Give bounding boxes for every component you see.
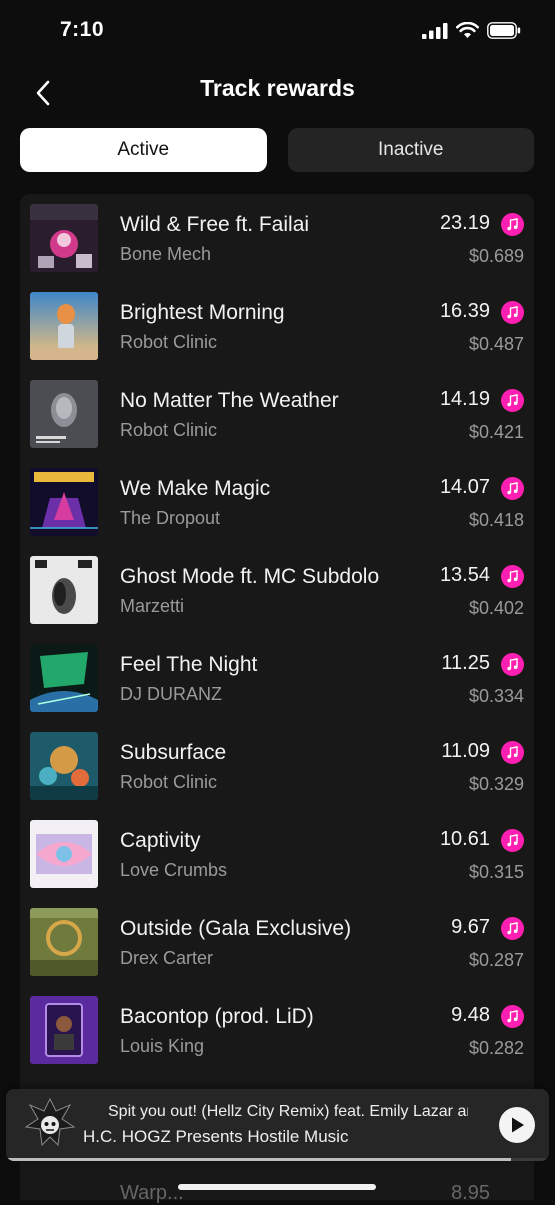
status-icons [422,22,521,39]
music-note-icon [501,829,524,852]
reward-score: 9.67 [451,916,490,938]
track-row-partial[interactable]: Warp... 8.95 [20,1160,534,1204]
track-artist: Robot Clinic [120,420,218,440]
music-note-icon [501,653,524,676]
reward-score: 10.61 [439,828,490,850]
music-note-icon [501,389,524,412]
track-artist: Robot Clinic [120,332,218,352]
play-button[interactable] [499,1107,535,1143]
home-indicator [178,1184,376,1190]
track-title: We Make Magic [120,477,271,500]
music-note-icon [501,477,524,500]
now-playing-bar[interactable]: Spit you out! (Hellz City Remix) feat. E… [6,1089,549,1161]
track-row[interactable]: Brightest Morning Robot Clinic 16.39 $0.… [20,282,534,370]
tab-inactive[interactable]: Inactive [287,128,534,172]
album-art [30,556,98,624]
reward-value: $0.418 [468,510,524,530]
track-list: Wild & Free ft. Failai Bone Mech 23.19 $… [20,194,534,1200]
album-art [30,732,98,800]
music-note-icon [501,741,524,764]
status-bar: 7:10 [0,0,555,64]
track-artist: Bone Mech [120,244,212,264]
music-note-icon [501,917,524,940]
track-row[interactable]: We Make Magic The Dropout 14.07 $0.418 [20,458,534,546]
track-title: No Matter The Weather [120,389,339,412]
reward-value: $0.402 [468,598,524,618]
reward-value: $0.329 [468,774,524,794]
track-row[interactable]: Bacontop (prod. LiD) Louis King 9.48 $0.… [20,986,534,1074]
track-artist: Louis King [120,1036,205,1056]
battery-icon [487,22,521,39]
album-art [30,644,98,712]
track-artist: DJ DURANZ [120,684,222,704]
header: Track rewards [0,64,555,116]
album-art [30,996,98,1064]
wifi-icon [456,22,479,38]
signal-icon [422,22,448,39]
reward-score: 9.48 [451,1004,490,1026]
track-row[interactable]: Wild & Free ft. Failai Bone Mech 23.19 $… [20,194,534,282]
track-artist: Robot Clinic [120,772,218,792]
reward-score: 16.39 [439,300,490,322]
reward-value: $0.334 [468,686,524,706]
album-art [30,908,98,976]
track-row[interactable]: Ghost Mode ft. MC Subdolo Marzetti 13.54… [20,546,534,634]
album-art [30,204,98,272]
now-playing-title: Spit you out! (Hellz City Remix) feat. E… [108,1103,468,1120]
reward-score: 14.07 [439,476,490,498]
status-time: 7:10 [60,18,105,41]
track-title: Feel The Night [120,653,258,676]
reward-value: $0.421 [468,422,524,442]
track-row[interactable]: Captivity Love Crumbs 10.61 $0.315 [20,810,534,898]
track-artist: Love Crumbs [120,860,228,880]
playback-progress[interactable] [6,1158,549,1161]
track-artist: Marzetti [120,596,185,616]
music-note-icon [501,301,524,324]
track-title: Subsurface [120,741,227,764]
page-title: Track rewards [200,75,355,101]
track-row[interactable]: Subsurface Robot Clinic 11.09 $0.329 [20,722,534,810]
track-row[interactable]: Feel The Night DJ DURANZ 11.25 $0.334 [20,634,534,722]
tab-active[interactable]: Active [20,128,267,172]
track-title: Bacontop (prod. LiD) [120,1005,314,1028]
track-row[interactable]: No Matter The Weather Robot Clinic 14.19… [20,370,534,458]
album-art [30,820,98,888]
album-art [30,468,98,536]
reward-value: $0.689 [468,246,524,266]
track-title: Ghost Mode ft. MC Subdolo [120,565,380,588]
music-note-icon [501,1005,524,1028]
reward-score: 11.25 [441,652,490,674]
tab-bar: Active Inactive [20,128,534,172]
track-artist: Drex Carter [120,948,214,968]
track-title: Captivity [120,829,201,852]
playback-progress-fill [6,1158,511,1161]
play-icon [512,1117,524,1133]
reward-value: $0.487 [468,334,524,354]
reward-score: 13.54 [439,564,490,586]
track-title: Wild & Free ft. Failai [120,213,310,236]
reward-value: $0.282 [468,1038,524,1058]
track-title: Brightest Morning [120,301,285,324]
reward-score: 8.95 [451,1182,490,1204]
music-note-icon [501,565,524,588]
track-row[interactable]: Outside (Gala Exclusive) Drex Carter 9.6… [20,898,534,986]
track-artist: The Dropout [120,508,221,528]
album-art [30,380,98,448]
reward-score: 23.19 [439,212,490,234]
music-note-icon [501,213,524,236]
reward-value: $0.287 [468,950,524,970]
reward-score: 11.09 [441,740,490,762]
now-playing-artist: H.C. HOGZ Presents Hostile Music [83,1127,349,1146]
track-title: Outside (Gala Exclusive) [120,917,352,940]
album-art [30,292,98,360]
reward-value: $0.315 [468,862,524,882]
reward-score: 14.19 [439,388,490,410]
track-title: Warp... [120,1182,184,1204]
now-playing-artwork [24,1097,76,1153]
